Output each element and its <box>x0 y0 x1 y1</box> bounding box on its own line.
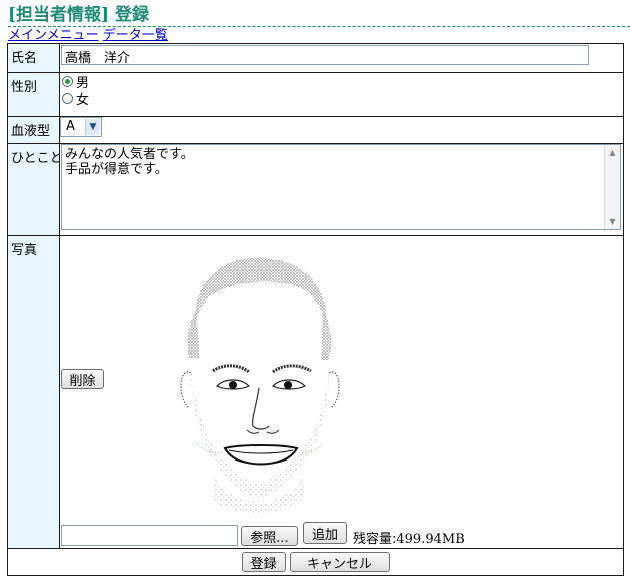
form-actions: 登録 キャンセル <box>7 548 624 576</box>
comment-textarea[interactable]: みんなの人気者です。 手品が得意です。 ▲ ▼ <box>61 144 621 230</box>
gender-cell: 男 女 <box>59 72 624 117</box>
photo-label: 写真 <box>7 235 60 549</box>
name-input[interactable]: 高橋 洋介 <box>61 45 589 66</box>
blood-type-cell: A ▼ <box>59 116 624 144</box>
add-photo-button[interactable]: 追加 <box>303 522 347 544</box>
gender-female-label: 女 <box>76 93 90 108</box>
comment-line-1: みんなの人気者です。 <box>65 147 194 162</box>
gender-label: 性別 <box>7 72 60 117</box>
page-title: [担当者情報] 登録 <box>8 5 150 25</box>
photo-cell: 削除 参照... 追加 残容量:499.94MB <box>59 235 624 549</box>
comment-scrollbar[interactable]: ▲ ▼ <box>604 145 620 229</box>
name-cell: 高橋 洋介 <box>59 43 624 73</box>
chevron-down-icon[interactable]: ▼ <box>85 119 100 135</box>
portrait-image <box>180 257 340 513</box>
name-label: 氏名 <box>7 43 60 73</box>
gender-option-male[interactable]: 男 <box>60 73 623 91</box>
browse-button[interactable]: 参照... <box>241 526 298 546</box>
remaining-label: 残容量: <box>353 532 397 547</box>
radio-female[interactable] <box>62 93 73 104</box>
nav-links: メインメニュー データ一覧 <box>8 28 168 44</box>
remaining-value: 499.94MB <box>396 532 465 547</box>
blood-type-value: A <box>66 119 75 134</box>
blood-type-select[interactable]: A ▼ <box>60 117 102 137</box>
registration-form: 氏名 高橋 洋介 性別 男 女 血液型 A ▼ ひとこと みんなの人気者です。 … <box>7 43 624 576</box>
comment-cell: みんなの人気者です。 手品が得意です。 ▲ ▼ <box>59 143 624 236</box>
scroll-up-icon[interactable]: ▲ <box>605 145 620 160</box>
photo-file-input[interactable] <box>61 525 238 546</box>
main-menu-link[interactable]: メインメニュー <box>8 28 99 43</box>
gender-option-female[interactable]: 女 <box>60 90 623 108</box>
scroll-down-icon[interactable]: ▼ <box>605 214 620 229</box>
page-title-bar: [担当者情報] 登録 <box>8 4 630 27</box>
remaining-capacity: 残容量:499.94MB <box>353 528 465 547</box>
radio-male[interactable] <box>62 76 73 87</box>
comment-line-2: 手品が得意です。 <box>65 162 168 177</box>
cancel-button[interactable]: キャンセル <box>289 552 390 572</box>
comment-label: ひとこと <box>7 143 60 236</box>
data-list-link[interactable]: データ一覧 <box>103 28 168 43</box>
submit-button[interactable]: 登録 <box>241 552 286 572</box>
blood-type-label: 血液型 <box>7 116 60 144</box>
delete-photo-button[interactable]: 削除 <box>61 369 104 389</box>
